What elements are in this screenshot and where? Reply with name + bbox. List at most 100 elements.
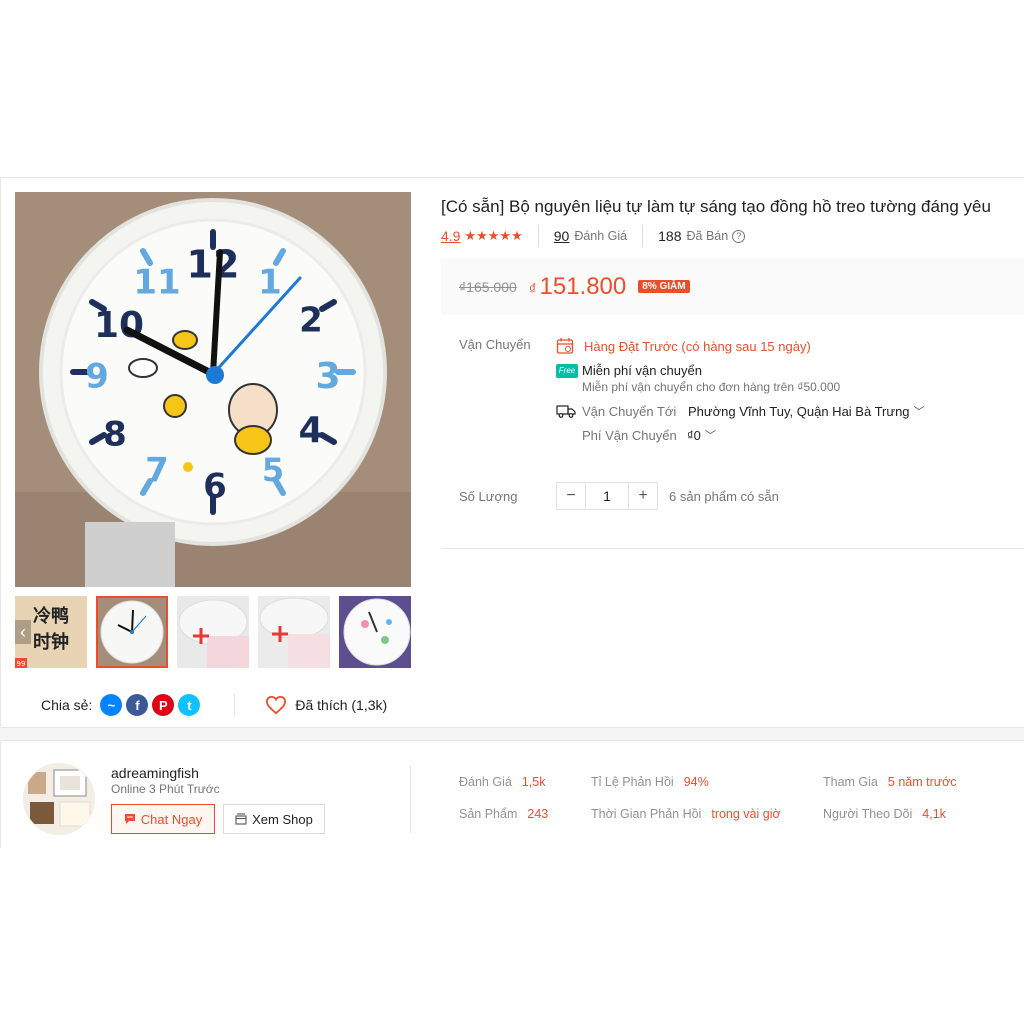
view-shop-button[interactable]: Xem Shop <box>223 804 325 834</box>
preorder-info: Hàng Đặt Trước (có hàng sau 15 ngày) <box>556 337 811 355</box>
stat-value: trong vài giờ <box>711 807 781 821</box>
thumbnail-strip: 冷鸭 时钟 99 ‹ <box>15 596 411 668</box>
thumb-text-line: 冷鸭 <box>33 605 69 627</box>
quantity-label: Số Lượng <box>459 489 518 504</box>
stock-available: 6 sản phẩm có sẵn <box>669 489 779 504</box>
avatar-image <box>24 764 94 834</box>
like-button[interactable]: Đã thích (1,3k) <box>265 695 387 715</box>
product-main-image[interactable]: 12 1 2 3 4 5 6 7 8 9 10 11 <box>15 192 411 587</box>
ship-to-label: Vận Chuyển Tới <box>582 403 677 419</box>
stat-label: Thời Gian Phản Hồi <box>591 807 702 821</box>
shop-card: adreamingfish Online 3 Phút Trước Chat N… <box>0 740 1024 848</box>
product-page: 12 1 2 3 4 5 6 7 8 9 10 11 冷鸭 时钟 99 ‹ Ch… <box>0 0 1024 1024</box>
price-box: ₫165.000 ₫ 151.800 8% GIẢM <box>441 258 1024 315</box>
rating-stars-icon: ★★★★★ <box>464 228 523 243</box>
thumbnail-prev-arrow[interactable]: ‹ <box>15 620 31 644</box>
ship-fee-row: Phí Vận Chuyển ₫0 ﹀ <box>582 427 716 443</box>
shop-stat-joined: Tham Gia 5 năm trước <box>823 775 957 789</box>
share-row: Chia sẻ: ~ f P t Đã thích (1,3k) <box>41 693 387 717</box>
clock-number: 5 <box>262 451 284 489</box>
stat-value: 5 năm trước <box>887 775 957 789</box>
clock-number: 11 <box>133 263 180 303</box>
ship-fee-label: Phí Vận Chuyển <box>582 427 677 443</box>
ship-fee-value[interactable]: ₫0 <box>687 428 701 443</box>
clock-number: 6 <box>203 467 227 507</box>
thumbnail-1[interactable]: 冷鸭 时钟 99 ‹ <box>15 596 87 668</box>
thumb-text-line: 时钟 <box>33 631 69 653</box>
free-shipping-desc-row: Miễn phí vận chuyển cho đơn hàng trên ₫5… <box>582 380 840 394</box>
stat-value: 243 <box>527 807 549 821</box>
stat-label: Sản Phẩm <box>459 807 518 821</box>
stat-value: 1,5k <box>521 775 546 789</box>
shop-avatar[interactable] <box>23 763 95 835</box>
clock-number: 4 <box>298 410 323 451</box>
ship-to-row: Vận Chuyển Tới Phường Vĩnh Tuy, Quận Hai… <box>556 403 925 419</box>
chevron-down-icon[interactable]: ﹀ <box>914 403 925 419</box>
rating-divider <box>537 225 539 247</box>
shop-stat-followers: Người Theo Dõi 4,1k <box>823 807 946 821</box>
clock-number: 9 <box>85 357 109 397</box>
thumbnail-4[interactable] <box>258 596 330 668</box>
rating-score[interactable]: 4.9 <box>441 228 460 244</box>
shop-stat-products: Sản Phẩm 243 <box>459 807 548 821</box>
thumb-badge: 99 <box>17 660 26 668</box>
review-count[interactable]: 90 <box>554 228 570 244</box>
facebook-share-icon[interactable]: f <box>126 694 149 716</box>
rating-row: 4.9 ★★★★★ 90 Đánh Giá 188 Đã Bán ? <box>441 225 746 247</box>
clock-number: 7 <box>145 451 169 491</box>
clock-number: 8 <box>103 415 127 455</box>
quantity-stepper: − 1 + <box>556 482 658 510</box>
free-shipping-info: Free Miễn phí vận chuyển <box>556 363 702 378</box>
currency-symbol: ₫ <box>528 280 537 298</box>
clock-number: 1 <box>258 263 282 303</box>
shop-stat-ratings: Đánh Giá 1,5k <box>459 775 545 789</box>
section-divider <box>441 548 1024 549</box>
shop-name[interactable]: adreamingfish <box>111 765 199 781</box>
heart-icon <box>266 695 287 715</box>
current-price: ₫ 151.800 <box>529 273 626 301</box>
free-shipping-title: Miễn phí vận chuyển <box>582 363 702 378</box>
thumbnail-5[interactable] <box>339 596 411 668</box>
free-shipping-desc: Miễn phí vận chuyển cho đơn hàng trên ₫5… <box>582 380 841 394</box>
original-price: ₫165.000 <box>459 278 517 295</box>
shop-divider <box>410 765 411 833</box>
clock-number: 12 <box>187 243 240 287</box>
thumbnail-image <box>339 596 411 668</box>
product-card: 12 1 2 3 4 5 6 7 8 9 10 11 冷鸭 时钟 99 ‹ Ch… <box>0 177 1024 728</box>
price-value: 151.800 <box>539 272 627 300</box>
twitter-share-icon[interactable]: t <box>178 694 201 716</box>
thumbnail-image <box>98 598 166 666</box>
sold-label: Đã Bán <box>686 229 729 243</box>
thumbnail-2[interactable] <box>96 596 168 668</box>
clock-number: 2 <box>299 301 323 341</box>
review-label: Đánh Giá <box>574 229 628 243</box>
clock-illustration: 12 1 2 3 4 5 6 7 8 9 10 11 <box>15 192 411 587</box>
clock-number: 10 <box>94 305 144 346</box>
truck-icon <box>556 405 576 418</box>
discount-badge: 8% GIẢM <box>638 280 690 293</box>
stat-value: 4,1k <box>922 807 946 821</box>
preorder-text: Hàng Đặt Trước (có hàng sau 15 ngày) <box>584 338 811 354</box>
stat-label: Người Theo Dõi <box>823 807 913 821</box>
thumbnail-image <box>177 596 249 668</box>
thumbnail-3[interactable] <box>177 596 249 668</box>
ship-to-location[interactable]: Phường Vĩnh Tuy, Quận Hai Bà Trưng <box>688 404 910 419</box>
stat-value: 94% <box>683 775 709 789</box>
quantity-increase-button[interactable]: + <box>629 483 657 509</box>
calendar-icon <box>556 338 574 354</box>
section-gap <box>0 728 1024 740</box>
share-divider <box>234 693 236 717</box>
messenger-share-icon[interactable]: ~ <box>100 694 123 716</box>
thumbnail-image <box>258 596 330 668</box>
shop-online-status: Online 3 Phút Trước <box>111 782 220 796</box>
view-shop-label: Xem Shop <box>252 811 313 827</box>
quantity-input[interactable]: 1 <box>585 483 629 509</box>
like-count-label: Đã thích (1,3k) <box>295 697 388 713</box>
stat-label: Tham Gia <box>823 775 878 789</box>
chat-now-button[interactable]: Chat Ngay <box>111 804 215 834</box>
pinterest-share-icon[interactable]: P <box>152 694 175 716</box>
quantity-decrease-button[interactable]: − <box>557 483 585 509</box>
chevron-down-icon[interactable]: ﹀ <box>705 427 716 443</box>
help-icon[interactable]: ? <box>732 229 746 243</box>
chat-icon <box>124 814 135 824</box>
